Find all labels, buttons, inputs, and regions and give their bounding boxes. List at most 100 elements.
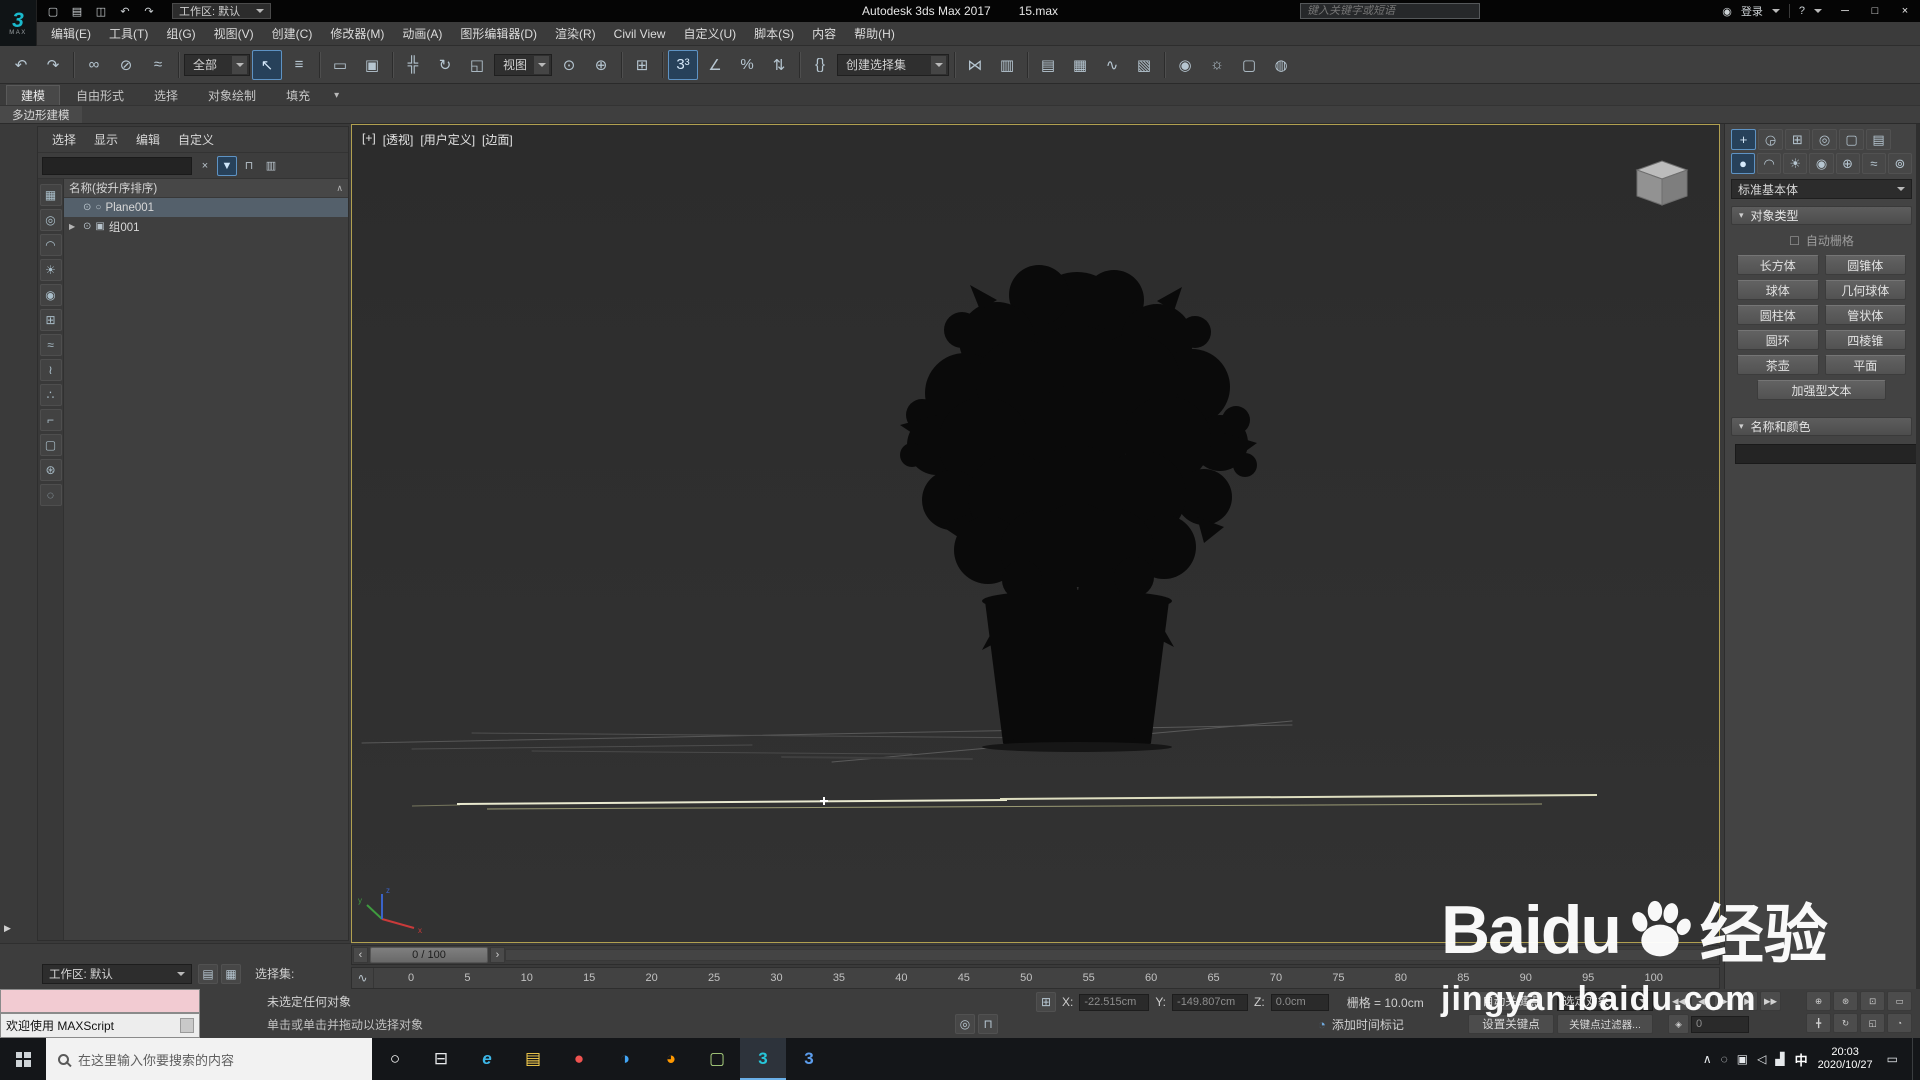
view-cube[interactable]	[1637, 161, 1687, 205]
zoom-region-icon[interactable]: ▭	[1887, 991, 1912, 1011]
user-avatar-icon[interactable]: ◉	[1722, 5, 1732, 18]
undo-icon[interactable]: ↶	[6, 50, 36, 80]
play-animation-button[interactable]: ▶	[1714, 991, 1735, 1011]
go-to-start-button[interactable]: ◀◀	[1668, 991, 1689, 1011]
show-desktop-button[interactable]	[1912, 1038, 1917, 1080]
snaps-toggle-icon[interactable]: 3³	[668, 50, 698, 80]
previous-frame-arrow[interactable]: ‹	[353, 947, 368, 963]
viewport-menu-shading[interactable]: [边面]	[482, 131, 513, 148]
x-coordinate-field[interactable]: -22.515cm	[1079, 994, 1149, 1011]
explorer-empty-area[interactable]	[64, 236, 348, 940]
menu-item-1[interactable]: 编辑(E)	[42, 22, 100, 45]
time-slider-track[interactable]	[505, 949, 1718, 961]
autogrid-checkbox[interactable]: ☐	[1789, 234, 1800, 248]
sort-header[interactable]: 名称(按升序排序) ∧	[64, 179, 348, 198]
3dsmax-file-icon[interactable]: 3	[786, 1038, 832, 1080]
ribbon-toggle-icon[interactable]: ▦	[1065, 50, 1095, 80]
selected-objects-dropdown[interactable]: 选定对象	[1557, 991, 1653, 1011]
create-tab[interactable]: +	[1731, 129, 1756, 150]
menu-item-13[interactable]: 内容	[803, 22, 845, 45]
select-object-icon[interactable]: ↖	[252, 50, 282, 80]
workspace-dropdown[interactable]: 工作区: 默认	[172, 3, 271, 19]
listener-resize-grip[interactable]	[180, 1018, 194, 1033]
volume-icon[interactable]: ◁	[1757, 1052, 1766, 1066]
ribbon-options-icon[interactable]: ▾	[326, 85, 347, 105]
utilities-tab[interactable]: ▤	[1866, 129, 1891, 150]
filter-ik-icon[interactable]: ⌐	[40, 409, 62, 431]
filter-spacewarps-icon[interactable]: ≈	[40, 334, 62, 356]
material-editor-icon[interactable]: ◉	[1170, 50, 1200, 80]
scene-row-2[interactable]: ▶⊙▣组001	[64, 217, 348, 236]
explorer-menu-4[interactable]: 自定义	[170, 131, 222, 148]
time-tag[interactable]: ◔ 添加时间标记	[1318, 1016, 1404, 1033]
zoom-extents-icon[interactable]: ⊡	[1860, 991, 1885, 1011]
edit-named-selection-sets-icon[interactable]: {}	[805, 50, 835, 80]
menu-item-11[interactable]: 自定义(U)	[674, 22, 745, 45]
edge-icon[interactable]: e	[464, 1038, 510, 1080]
curve-editor-icon[interactable]: ∿	[1097, 50, 1127, 80]
help-search-box[interactable]	[1300, 3, 1480, 19]
menu-item-8[interactable]: 图形编辑器(D)	[451, 22, 546, 45]
lock-selection-icon[interactable]: ⊓	[978, 1014, 998, 1034]
firefox-icon[interactable]: ◕	[648, 1038, 694, 1080]
object-type-button-3[interactable]: 球体	[1737, 280, 1819, 300]
key-filters-button[interactable]: 关键点过滤器...	[1557, 1014, 1653, 1034]
menu-item-12[interactable]: 脚本(S)	[745, 22, 803, 45]
zoom-icon[interactable]: ⊕	[1806, 991, 1831, 1011]
systems-category[interactable]: ⊚	[1888, 153, 1912, 174]
ribbon-tab-5[interactable]: 填充	[272, 85, 324, 105]
help-search-input[interactable]	[1300, 3, 1480, 19]
filter-bones-icon[interactable]: ≀	[40, 359, 62, 381]
sign-in-label[interactable]: 登录	[1741, 3, 1763, 19]
panel-expand-icon[interactable]: ▶	[4, 918, 18, 938]
mini-curve-editor-icon[interactable]: ∿	[352, 968, 374, 988]
filter-particles-icon[interactable]: ∴	[40, 384, 62, 406]
next-frame-arrow[interactable]: ›	[490, 947, 505, 963]
scene-row-1[interactable]: ⊙○Plane001	[64, 198, 348, 217]
ribbon-tab-1[interactable]: 建模	[6, 85, 60, 105]
current-frame-field[interactable]: 0	[1691, 1016, 1749, 1033]
viewport-menu-general[interactable]: [+]	[362, 131, 376, 148]
start-button[interactable]	[0, 1038, 46, 1080]
rectangular-selection-region-icon[interactable]: ▭	[325, 50, 355, 80]
maximize-button[interactable]: □	[1860, 0, 1890, 22]
object-type-button-10[interactable]: 平面	[1825, 355, 1907, 375]
render-setup-icon[interactable]: ☼	[1202, 50, 1232, 80]
maxscript-macro-recorder[interactable]	[0, 989, 200, 1013]
mirror-icon[interactable]: ⋈	[960, 50, 990, 80]
cloud-icon[interactable]: ◌	[1721, 1052, 1728, 1066]
row-expander-icon[interactable]: ▶	[69, 222, 79, 231]
menu-item-10[interactable]: Civil View	[605, 22, 675, 45]
maximize-viewport-icon[interactable]: ◱	[1860, 1013, 1885, 1033]
object-name-input[interactable]	[1735, 444, 1920, 464]
go-to-end-button[interactable]: ▶▶	[1760, 991, 1781, 1011]
object-type-button-7[interactable]: 圆环	[1737, 330, 1819, 350]
hierarchy-tab[interactable]: ⊞	[1785, 129, 1810, 150]
workspace-switcher-dropdown[interactable]: 工作区: 默认	[42, 964, 192, 984]
help-icon[interactable]: ?	[1799, 5, 1805, 17]
geometry-category[interactable]: ●	[1731, 153, 1755, 174]
new-scene-icon[interactable]: ▢	[42, 2, 64, 20]
window-crossing-icon[interactable]: ▣	[357, 50, 387, 80]
menu-item-14[interactable]: 帮助(H)	[845, 22, 904, 45]
explorer-menu-1[interactable]: 选择	[44, 131, 84, 148]
select-and-scale-icon[interactable]: ◱	[462, 50, 492, 80]
object-type-rollout-header[interactable]: ▾ 对象类型	[1731, 206, 1912, 225]
isolate-selection-icon[interactable]: ◎	[955, 1014, 975, 1034]
select-and-rotate-icon[interactable]: ↻	[430, 50, 460, 80]
sogou-browser-icon[interactable]: ◑	[602, 1038, 648, 1080]
named-selection-sets-dropdown[interactable]: 创建选择集	[837, 54, 949, 76]
menu-item-7[interactable]: 动画(A)	[393, 22, 451, 45]
notepad-icon[interactable]: ▢	[694, 1038, 740, 1080]
spacewarps-category[interactable]: ≈	[1862, 153, 1886, 174]
menu-item-9[interactable]: 渲染(R)	[546, 22, 605, 45]
select-and-move-icon[interactable]: ╬	[398, 50, 428, 80]
select-and-link-icon[interactable]: ∞	[79, 50, 109, 80]
explorer-search-input[interactable]	[42, 157, 192, 175]
transform-typein-icon[interactable]: ⊞	[1036, 992, 1056, 1012]
viewport-menu-style[interactable]: [用户定义]	[420, 131, 475, 148]
filter-shapes-icon[interactable]: ◠	[40, 234, 62, 256]
ribbon-tab-4[interactable]: 对象绘制	[194, 85, 270, 105]
name-color-rollout-header[interactable]: ▾ 名称和颜色	[1731, 417, 1912, 436]
panel-scrollbar[interactable]	[1916, 124, 1920, 989]
